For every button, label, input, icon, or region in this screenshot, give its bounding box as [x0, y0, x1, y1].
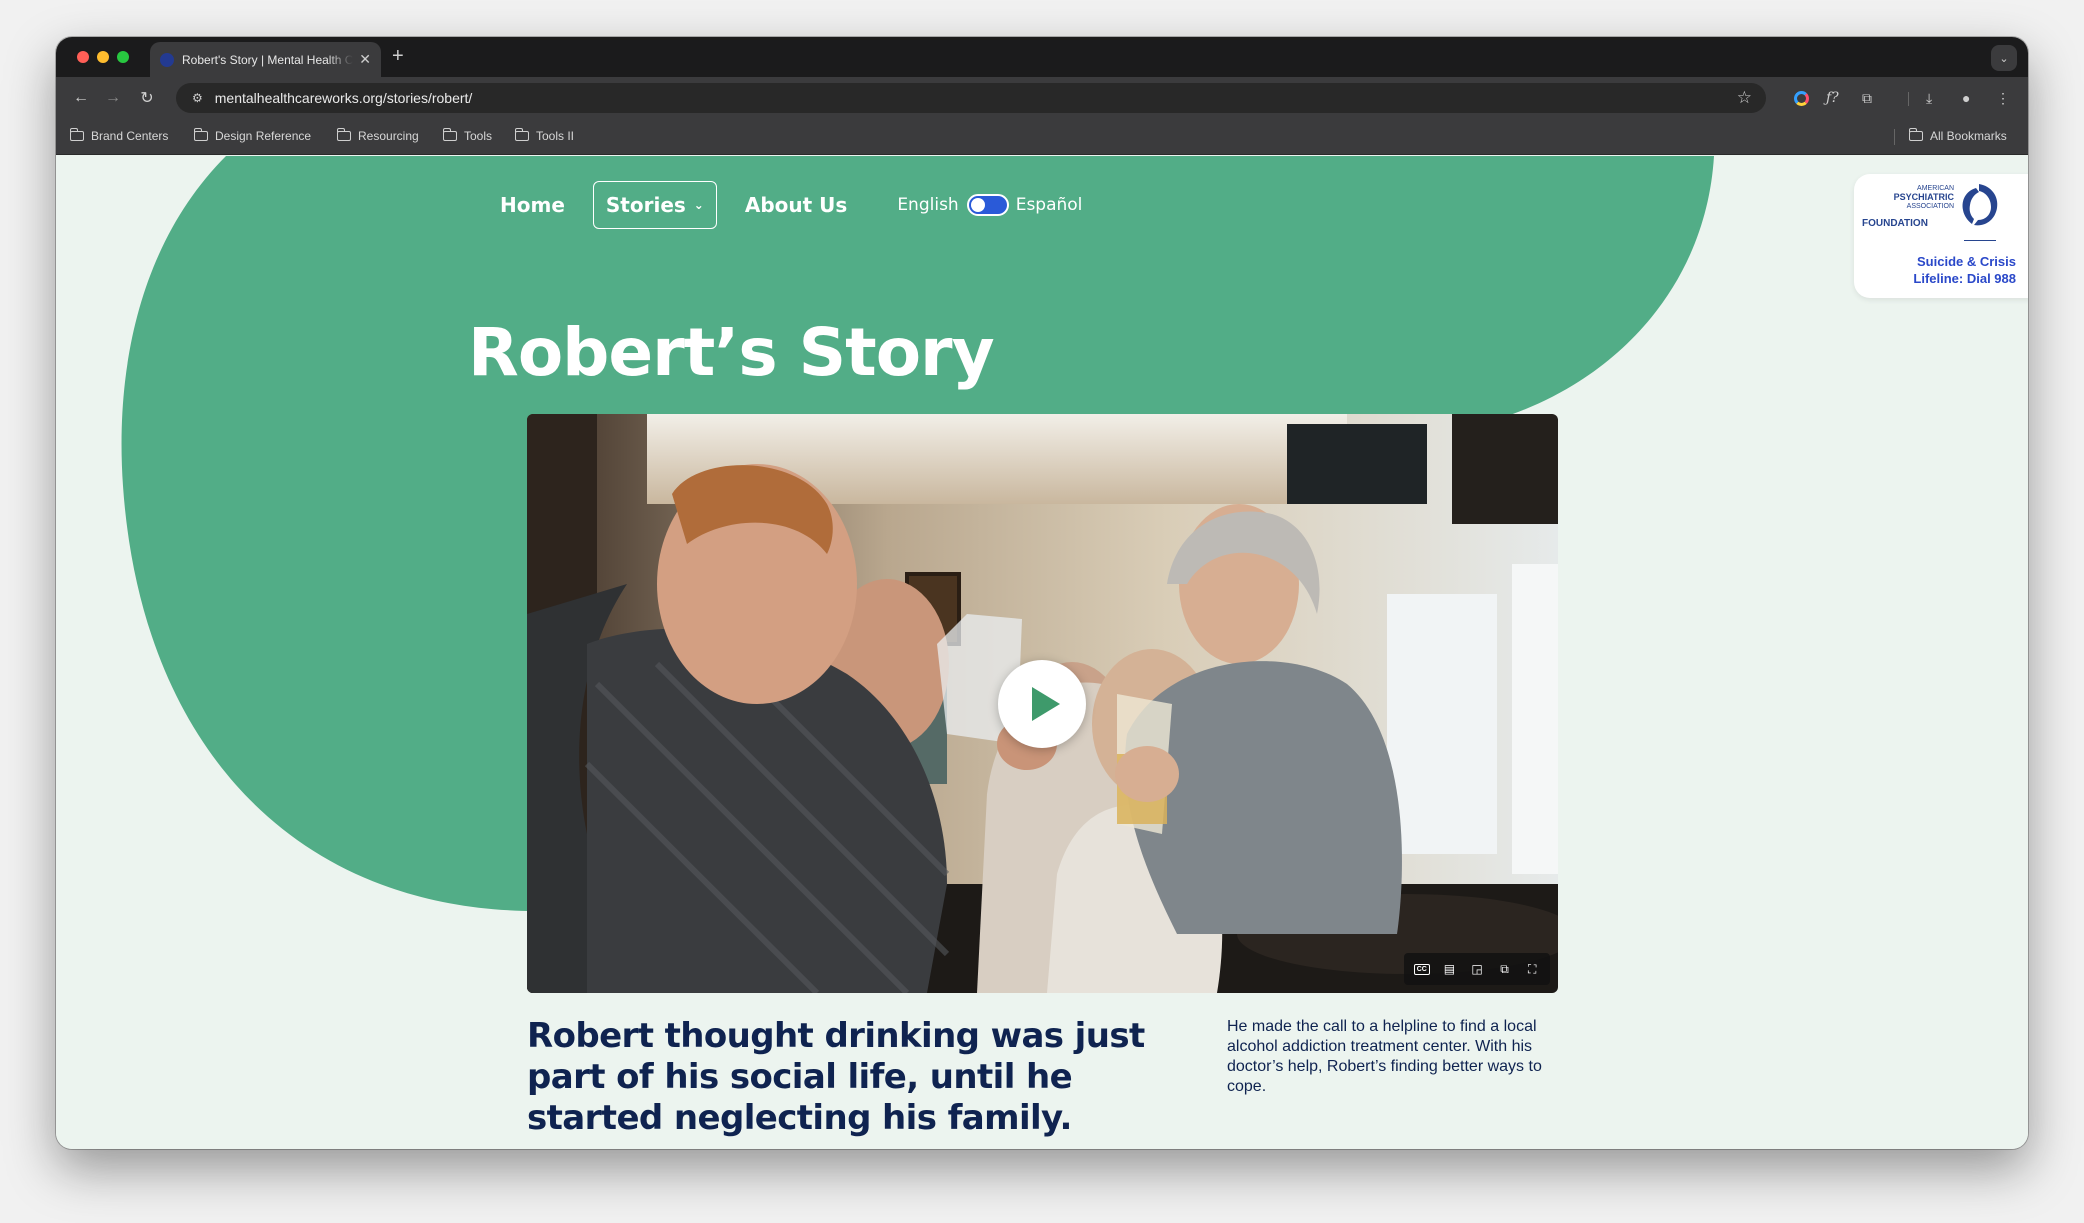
browser-menu-icon[interactable]: ⋮ [1996, 87, 2010, 109]
bookmark-label: All Bookmarks [1930, 129, 2007, 143]
tab-search-button[interactable]: ⌄ [1991, 45, 2017, 71]
picture-in-picture-icon[interactable]: ⧉ [1494, 959, 1516, 979]
site-favicon-icon [160, 52, 174, 67]
apa-emblem-icon [1962, 184, 1998, 226]
web-page: Home Stories ⌄ About Us English Español … [56, 156, 2028, 1149]
color-extension-icon[interactable] [1792, 87, 1810, 109]
captions-button[interactable]: CC [1411, 959, 1433, 979]
browser-window: Robert's Story | Mental Health Care Work… [56, 37, 2028, 1149]
transcript-icon[interactable]: ▤ [1438, 959, 1460, 979]
cast-icon[interactable]: ◲ [1466, 959, 1488, 979]
toggle-knob [970, 198, 985, 212]
address-bar[interactable]: ⚙ mentalhealthcareworks.org/stories/robe… [176, 83, 1766, 113]
fullscreen-icon[interactable]: ⛶ [1521, 959, 1543, 979]
nav-stories-label: Stories [605, 193, 686, 217]
site-info-icon[interactable]: ⚙ [192, 91, 203, 105]
new-tab-button[interactable]: + [392, 45, 404, 68]
apa-logo-text: AMERICAN PSYCHIATRIC ASSOCIATION [1868, 184, 1954, 211]
badge-divider [1964, 240, 1996, 241]
bookmarks-divider [1894, 129, 1895, 145]
crisis-lifeline-link[interactable]: Suicide & Crisis Lifeline: Dial 988 [1913, 253, 2016, 287]
reload-button[interactable]: ↻ [136, 87, 158, 109]
apa-line-psychiatric: PSYCHIATRIC [1893, 192, 1954, 202]
folder-icon [514, 128, 529, 141]
story-video-player[interactable]: CC ▤ ◲ ⧉ ⛶ [527, 414, 1558, 993]
cc-icon: CC [1413, 963, 1430, 975]
apa-line-association: ASSOCIATION [1906, 203, 1954, 210]
bookmark-tools-ii[interactable]: Tools II [514, 128, 575, 143]
story-summary: He made the call to a helpline to find a… [1227, 1018, 1542, 1095]
profile-avatar-icon[interactable]: ● [1962, 87, 1970, 109]
forward-button[interactable]: → [102, 87, 124, 109]
browser-tab-active[interactable]: Robert's Story | Mental Health Care Work… [150, 42, 381, 77]
apa-crisis-badge[interactable]: AMERICAN PSYCHIATRIC ASSOCIATION FOUNDAT… [1854, 174, 2028, 298]
back-button[interactable]: ← [70, 87, 92, 109]
language-english-label[interactable]: English [897, 195, 958, 215]
downloads-icon[interactable]: ⤓ [1926, 87, 1932, 109]
bookmarks-bar: Brand Centers Design Reference Resourcin… [56, 119, 2028, 155]
bookmark-design-reference[interactable]: Design Reference [193, 128, 312, 143]
bookmark-label: Tools [464, 129, 493, 143]
browser-toolbar: ← → ↻ ⚙ mentalhealthcareworks.org/storie… [56, 77, 2028, 119]
close-window-button[interactable] [77, 51, 89, 63]
folder-icon [1908, 128, 1923, 141]
apa-line-american: AMERICAN [1917, 185, 1954, 192]
bookmark-label: Tools II [536, 129, 575, 143]
folder-icon [336, 128, 351, 141]
toolbar-divider [1908, 92, 1909, 106]
nav-stories-dropdown[interactable]: Stories ⌄ [592, 181, 717, 229]
font-extension-icon[interactable]: ƒ? [1826, 87, 1839, 109]
bookmark-label: Brand Centers [91, 129, 169, 143]
bookmark-label: Design Reference [215, 129, 312, 143]
all-bookmarks-button[interactable]: All Bookmarks [1908, 128, 2007, 143]
maximize-window-button[interactable] [117, 51, 129, 63]
play-icon [1032, 687, 1060, 721]
bookmark-resourcing[interactable]: Resourcing [336, 128, 419, 143]
bookmark-label: Resourcing [358, 129, 419, 143]
video-controls-bar: CC ▤ ◲ ⧉ ⛶ [1404, 953, 1550, 985]
folder-icon [442, 128, 457, 141]
play-button[interactable] [998, 660, 1086, 748]
tab-close-icon[interactable]: ✕ [359, 51, 371, 68]
apa-foundation-text: FOUNDATION [1862, 218, 1928, 229]
minimize-window-button[interactable] [97, 51, 109, 63]
tab-strip: Robert's Story | Mental Health Care Work… [56, 37, 2028, 77]
bookmark-brand-centers[interactable]: Brand Centers [69, 128, 169, 143]
nav-home-link[interactable]: Home [500, 193, 565, 217]
chevron-down-icon: ⌄ [693, 198, 704, 212]
extensions-puzzle-icon[interactable]: ⧉ [1862, 87, 1872, 109]
story-headline: Robert thought drinking was just part of… [527, 1016, 1145, 1138]
folder-icon [69, 128, 84, 141]
tab-title: Robert's Story | Mental Health Care Work… [182, 52, 354, 67]
language-spanish-label[interactable]: Español [1016, 195, 1083, 215]
language-toggle[interactable] [966, 194, 1009, 216]
page-title: Robert’s Story [468, 314, 995, 391]
main-navigation: Home Stories ⌄ About Us English Español [480, 180, 1082, 230]
folder-icon [193, 128, 208, 141]
bookmark-tools[interactable]: Tools [442, 128, 493, 143]
bookmark-star-icon[interactable]: ☆ [1737, 88, 1752, 108]
nav-about-link[interactable]: About Us [745, 193, 847, 217]
url-text: mentalhealthcareworks.org/stories/robert… [214, 90, 473, 106]
language-switcher: English Español [897, 194, 1082, 216]
